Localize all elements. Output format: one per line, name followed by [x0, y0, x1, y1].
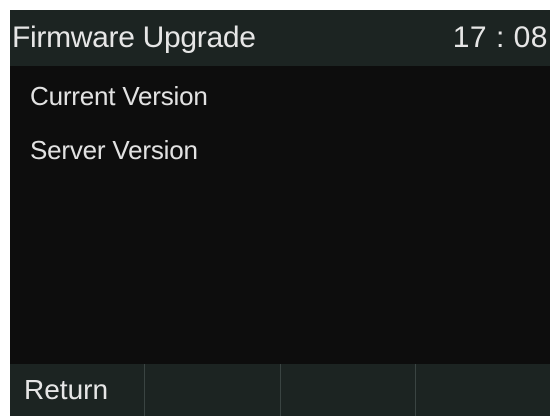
title-bar: Firmware Upgrade 17 : 08 — [10, 10, 550, 66]
softkey-3[interactable] — [281, 364, 416, 416]
softkey-2[interactable] — [145, 364, 281, 416]
softkey-4[interactable] — [416, 364, 550, 416]
version-info-panel: Current Version Server Version — [10, 66, 550, 364]
phone-screen: Firmware Upgrade 17 : 08 Current Version… — [10, 10, 550, 416]
clock: 17 : 08 — [452, 21, 548, 54]
server-version-label: Server Version — [30, 135, 198, 165]
return-softkey[interactable]: Return — [10, 364, 146, 416]
softkey-bar: Return — [10, 364, 550, 416]
page-title: Firmware Upgrade — [12, 21, 256, 54]
current-version-label: Current Version — [30, 81, 208, 111]
